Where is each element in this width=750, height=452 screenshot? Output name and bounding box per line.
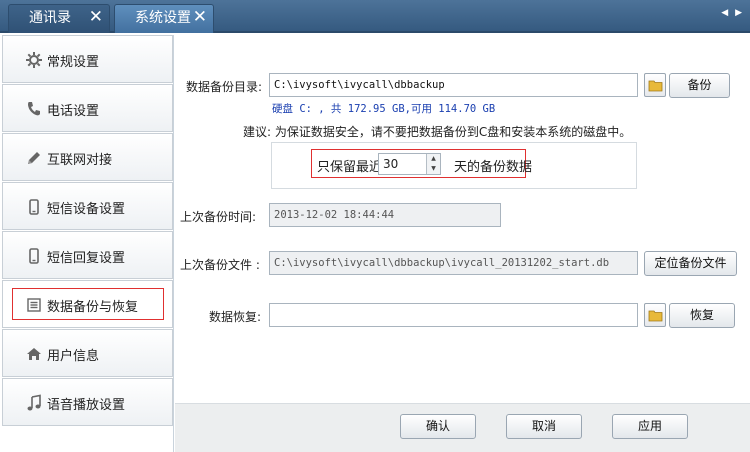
apply-button[interactable]: 应用 [612, 414, 688, 439]
footer-bar: 确认 取消 应用 [175, 403, 750, 452]
sidebar-item-voice-playback[interactable]: 语音播放设置 [2, 378, 173, 426]
mobile-icon [25, 247, 43, 265]
folder-icon[interactable] [644, 73, 666, 97]
phone-icon [25, 100, 43, 118]
close-icon[interactable]: ✕ [89, 5, 103, 30]
sidebar-item-user-info[interactable]: 用户信息 [2, 329, 173, 377]
gear-icon [25, 51, 43, 69]
sidebar-item-label: 语音播放设置 [47, 398, 126, 413]
backup-dir-label: 数据备份目录: [186, 80, 263, 94]
folder-icon[interactable] [644, 303, 666, 327]
sidebar-item-backup-restore[interactable]: 数据备份与恢复 [2, 280, 173, 328]
pencil-icon [25, 149, 43, 167]
sidebar-item-label: 常规设置 [47, 55, 100, 70]
retention-days-value: 30 [383, 157, 399, 171]
tab-system-settings-label: 系统设置 [135, 10, 191, 26]
sidebar-item-general[interactable]: 常规设置 [2, 35, 173, 83]
sidebar: 常规设置 电话设置 互联网对接 短信设备设置 短信回复设置 数据备份与恢复 用户… [0, 35, 174, 452]
last-backup-time-field: 2013-12-02 18:44:44 [269, 203, 501, 227]
sidebar-item-internet[interactable]: 互联网对接 [2, 133, 173, 181]
sidebar-item-sms-device[interactable]: 短信设备设置 [2, 182, 173, 230]
restore-label: 数据恢复: [209, 310, 262, 324]
backup-restore-panel: 数据备份目录: C:\ivysoft\ivycall\dbbackup 备份 硬… [175, 35, 750, 403]
last-backup-time-label: 上次备份时间: [180, 210, 257, 224]
backup-button[interactable]: 备份 [669, 73, 730, 98]
spin-arrows-icon[interactable]: ▲ ▼ [426, 154, 440, 174]
sidebar-item-label: 短信设备设置 [47, 202, 126, 217]
ok-button[interactable]: 确认 [400, 414, 476, 439]
locate-backup-file-button[interactable]: 定位备份文件 [644, 251, 737, 276]
last-backup-file-label: 上次备份文件 : [180, 258, 260, 272]
sidebar-item-label: 用户信息 [47, 349, 100, 364]
tab-contacts[interactable]: 通讯录 ✕ [8, 4, 110, 33]
backup-dir-field[interactable]: C:\ivysoft\ivycall\dbbackup [269, 73, 638, 97]
restore-button[interactable]: 恢复 [669, 303, 735, 328]
home-icon [25, 345, 43, 363]
last-backup-file-field: C:\ivysoft\ivycall\dbbackup\ivycall_2013… [269, 251, 638, 275]
sidebar-item-label: 数据备份与恢复 [47, 300, 139, 315]
close-icon[interactable]: ✕ [193, 5, 207, 30]
list-icon [25, 296, 43, 314]
disk-info: 硬盘 C: , 共 172.95 GB,可用 114.70 GB [272, 103, 496, 115]
tab-contacts-label: 通讯录 [29, 10, 71, 26]
sidebar-item-sms-reply[interactable]: 短信回复设置 [2, 231, 173, 279]
music-icon [25, 394, 43, 412]
sidebar-item-label: 电话设置 [47, 104, 100, 119]
sidebar-item-label: 互联网对接 [47, 153, 113, 168]
cancel-button[interactable]: 取消 [506, 414, 582, 439]
tab-bar: 通讯录 ✕ 系统设置 ✕ ◀ ▶ [0, 0, 750, 33]
backup-advice: 建议: 为保证数据安全，请不要把数据备份到C盘和安装本系统的磁盘中。 [243, 125, 632, 139]
mobile-icon [25, 198, 43, 216]
tab-system-settings[interactable]: 系统设置 ✕ [114, 4, 214, 33]
retention-prefix-label: 只保留最近 [317, 160, 383, 175]
retention-suffix-label: 天的备份数据 [454, 160, 533, 175]
tab-scroll-arrows[interactable]: ◀ ▶ [721, 8, 744, 18]
sidebar-item-label: 短信回复设置 [47, 251, 126, 266]
restore-field[interactable] [269, 303, 638, 327]
sidebar-item-phone[interactable]: 电话设置 [2, 84, 173, 132]
retention-days-stepper[interactable]: 30 ▲ ▼ [378, 153, 441, 175]
